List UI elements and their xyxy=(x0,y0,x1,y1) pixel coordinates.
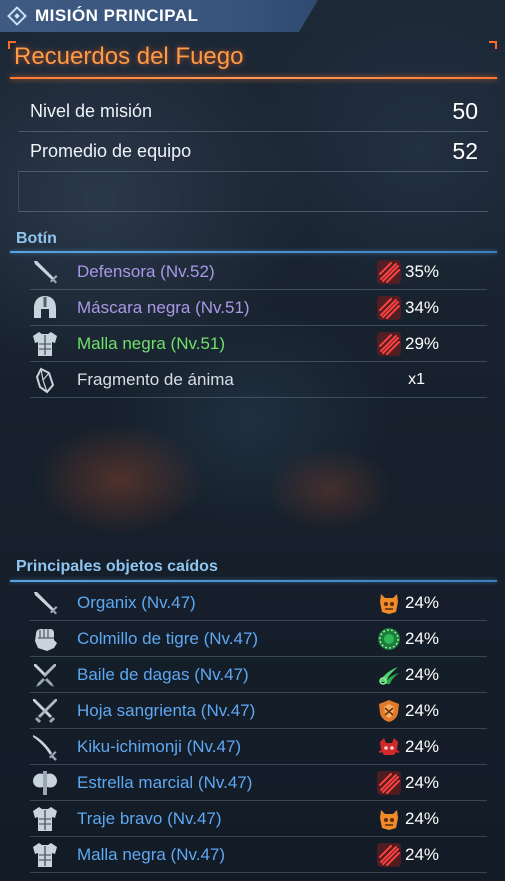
drop-item-rate: 24% xyxy=(405,772,440,792)
green-ring-icon xyxy=(376,626,402,652)
claw-slash-icon xyxy=(376,331,402,357)
sword-icon xyxy=(30,588,60,618)
loot-item-name: Defensora (Nv.52) xyxy=(77,261,215,281)
drop-item-name: Traje bravo (Nv.47) xyxy=(77,808,222,828)
claw-slash-icon xyxy=(376,259,402,285)
loot-item-rate: 34% xyxy=(405,297,440,317)
quest-type-label: MISIÓN PRINCIPAL xyxy=(35,6,199,25)
drop-item-name: Colmillo de tigre (Nv.47) xyxy=(77,628,259,648)
dual-daggers-icon xyxy=(30,660,60,690)
gear-average-row: Promedio de equipo 52 xyxy=(18,132,488,172)
loot-item-name: Máscara negra (Nv.51) xyxy=(77,297,250,317)
loot-section-divider xyxy=(10,251,497,253)
gear-average-value: 52 xyxy=(452,138,478,164)
drop-item-name: Baile de dagas (Nv.47) xyxy=(77,664,249,684)
drop-item-rate: 24% xyxy=(405,664,440,684)
loot-section-title: Botín xyxy=(16,230,57,247)
red-crab-icon xyxy=(376,734,402,760)
drop-item-traje-bravo[interactable]: Traje bravo (Nv.47) 24% xyxy=(30,801,487,837)
drop-item-rate: 24% xyxy=(405,592,440,612)
sword-icon xyxy=(30,257,60,287)
drop-item-malla-negra[interactable]: Malla negra (Nv.47) 24% xyxy=(30,837,487,873)
drop-item-colmillo-tigre[interactable]: Colmillo de tigre (Nv.47) 24% xyxy=(30,621,487,657)
gear-average-label: Promedio de equipo xyxy=(30,141,192,161)
quest-type-header: MISIÓN PRINCIPAL xyxy=(0,0,318,32)
drop-item-name: Kiku-ichimonji (Nv.47) xyxy=(77,736,242,756)
loot-item-malla-negra[interactable]: Malla negra (Nv.51) 29% xyxy=(30,326,487,362)
armor-icon xyxy=(30,804,60,834)
green-swirl-icon xyxy=(376,662,402,688)
axe-icon xyxy=(30,768,60,798)
quest-diamond-icon xyxy=(7,6,27,26)
drop-item-rate: 24% xyxy=(405,736,440,756)
drop-item-estrella-marcial[interactable]: Estrella marcial (Nv.47) 24% xyxy=(30,765,487,801)
orange-beast-icon xyxy=(376,590,402,616)
quest-title: Recuerdos del Fuego xyxy=(14,43,244,70)
claw-slash-icon xyxy=(376,770,402,796)
drop-item-rate: 24% xyxy=(405,808,440,828)
loot-item-mascara-negra[interactable]: Máscara negra (Nv.51) 34% xyxy=(30,290,487,326)
loot-item-defensora[interactable]: Defensora (Nv.52) 35% xyxy=(30,254,487,290)
claw-slash-icon xyxy=(376,842,402,868)
helmet-icon xyxy=(30,293,60,323)
drop-item-hoja-sangrienta[interactable]: Hoja sangrienta (Nv.47) 24% xyxy=(30,693,487,729)
drop-item-rate: 24% xyxy=(405,844,440,864)
drop-item-kiku-ichimonji[interactable]: Kiku-ichimonji (Nv.47) 24% xyxy=(30,729,487,765)
drop-item-rate: 24% xyxy=(405,628,440,648)
orange-beast-icon xyxy=(376,806,402,832)
drops-section-divider xyxy=(10,580,497,582)
drop-item-name: Hoja sangrienta (Nv.47) xyxy=(77,700,256,720)
quest-title-underline xyxy=(10,77,497,79)
loot-item-name: Fragmento de ánima xyxy=(77,369,234,389)
loot-item-rate: 35% xyxy=(405,261,440,281)
dual-swords-icon xyxy=(30,696,60,726)
drop-item-baile-dagas[interactable]: Baile de dagas (Nv.47) 24% xyxy=(30,657,487,693)
katana-icon xyxy=(30,732,60,762)
quest-level-value: 50 xyxy=(452,98,478,124)
loot-item-rate: 29% xyxy=(405,333,440,353)
drop-item-name: Estrella marcial (Nv.47) xyxy=(77,772,253,792)
quest-level-label: Nivel de misión xyxy=(30,101,153,121)
loot-item-fragmento-anima[interactable]: Fragmento de ánima x1 xyxy=(30,362,487,398)
drop-item-organix[interactable]: Organix (Nv.47) 24% xyxy=(30,585,487,621)
crystal-icon xyxy=(30,365,60,395)
armor-icon xyxy=(30,329,60,359)
loot-item-name: Malla negra (Nv.51) xyxy=(77,333,226,353)
claw-slash-icon xyxy=(376,295,402,321)
gauntlet-icon xyxy=(30,624,60,654)
quest-level-row: Nivel de misión 50 xyxy=(18,92,488,132)
drop-item-rate: 24% xyxy=(405,700,440,720)
loot-item-quantity: x1 xyxy=(408,370,425,388)
armor-icon xyxy=(30,840,60,870)
drop-item-name: Organix (Nv.47) xyxy=(77,592,196,612)
drop-item-name: Malla negra (Nv.47) xyxy=(77,844,226,864)
info-empty-row xyxy=(18,172,488,212)
orange-shield-icon xyxy=(376,698,402,724)
drops-section-title: Principales objetos caídos xyxy=(16,558,218,575)
